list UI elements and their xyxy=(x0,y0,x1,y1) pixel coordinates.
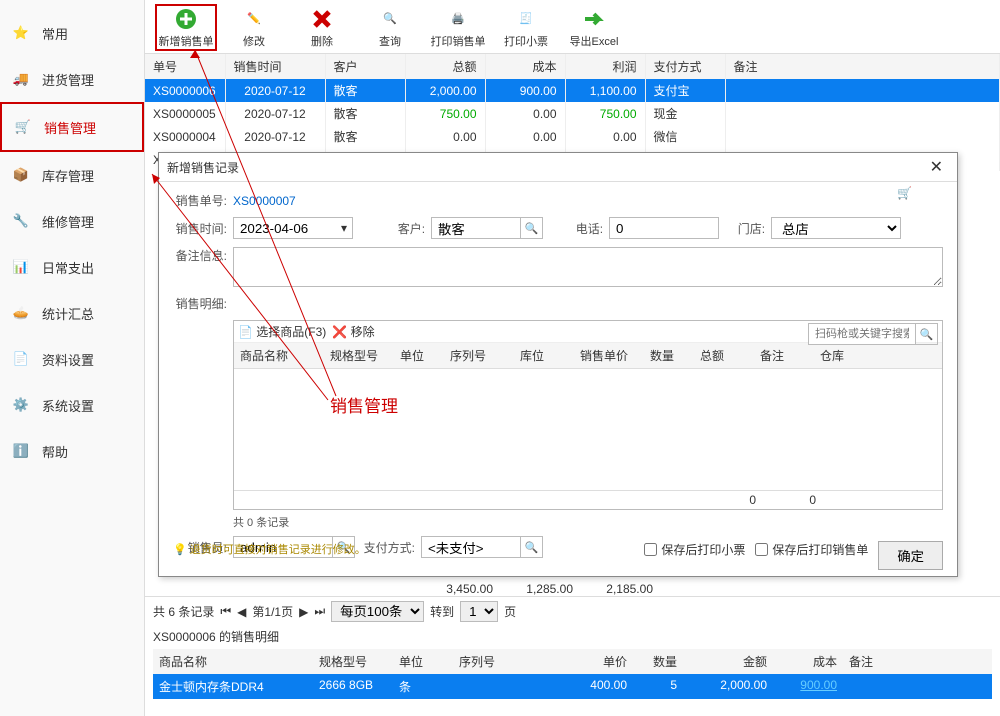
x-icon xyxy=(310,7,334,31)
close-button[interactable]: ✕ xyxy=(924,157,949,177)
tip-text: 💡 退货时可直接对销售记录进行修改。 xyxy=(173,544,366,556)
toolbar: 新增销售单 ✏️修改 删除 🔍查询 🖨️打印销售单 🧾打印小票 导出Excel xyxy=(145,0,1000,54)
toolbar-search-button[interactable]: 🔍查询 xyxy=(359,4,421,51)
customer-search-icon[interactable]: 🔍 xyxy=(521,217,543,239)
sidebar-item-stats[interactable]: 🥧统计汇总 xyxy=(0,290,144,336)
chart-icon: 📊 xyxy=(10,256,32,278)
sidebar-item-common[interactable]: ⭐常用 xyxy=(0,10,144,56)
table-header: 单号销售时间客户总额成本利润支付方式备注 xyxy=(145,54,1000,79)
toolbar-print-order-button[interactable]: 🖨️打印销售单 xyxy=(427,4,489,51)
detail-title: XS0000006 的销售明细 xyxy=(153,628,992,645)
pie-icon: 🥧 xyxy=(10,302,32,324)
remove-product-button[interactable]: ❌ 移除 xyxy=(332,323,374,340)
toolbar-export-button[interactable]: 导出Excel xyxy=(563,4,625,51)
print-order-checkbox[interactable] xyxy=(755,543,768,556)
dialog-titlebar: 新增销售记录 ✕ xyxy=(159,153,957,182)
detail-row[interactable]: 金士顿内存条DDR42666 8GB条400.0052,000.00900.00 xyxy=(153,674,992,699)
select-product-button[interactable]: 📄 选择商品(F3) xyxy=(238,323,326,340)
toolbar-edit-button[interactable]: ✏️修改 xyxy=(223,4,285,51)
sidebar-item-sys[interactable]: ⚙️系统设置 xyxy=(0,382,144,428)
dialog-title: 新增销售记录 xyxy=(167,159,239,176)
table-row[interactable]: XS00000052020-07-12散客750.000.00750.00现金 xyxy=(145,102,1000,125)
info-icon: ℹ️ xyxy=(10,440,32,462)
detail-grid: 📄 选择商品(F3) ❌ 移除 🔍 商品名称规格型号单位序列号库位销售单价数量总… xyxy=(233,320,943,510)
table-row[interactable]: XS00000042020-07-12散客0.000.000.00微信 xyxy=(145,125,1000,148)
shop-select[interactable]: 总店 xyxy=(771,217,901,239)
pager-next-button[interactable]: ▶ xyxy=(299,605,308,619)
toolbar-new-button[interactable]: 新增销售单 xyxy=(155,4,217,51)
star-icon: ⭐ xyxy=(10,22,32,44)
pager-first-button[interactable]: ⏮ xyxy=(220,604,231,619)
col-cost: 1,285.00 xyxy=(493,582,573,596)
sidebar: ⭐常用 🚚进货管理 🛒销售管理 📦库存管理 🔧维修管理 📊日常支出 🥧统计汇总 … xyxy=(0,0,145,716)
arrow-right-icon xyxy=(582,7,606,31)
cart-illustration-icon: 🛒 xyxy=(897,186,947,226)
printer-icon: 🖨️ xyxy=(446,7,470,31)
table-row[interactable]: XS00000062020-07-12散客2,000.00900.001,100… xyxy=(145,79,1000,102)
sale-date-input[interactable] xyxy=(233,217,353,239)
toolbar-delete-button[interactable]: 删除 xyxy=(291,4,353,51)
sidebar-item-data[interactable]: 📄资料设置 xyxy=(0,336,144,382)
sum-total: 0 xyxy=(756,493,816,507)
scan-search-input[interactable] xyxy=(808,323,916,345)
cart-icon: 🛒 xyxy=(12,116,34,138)
phone-input[interactable] xyxy=(609,217,719,239)
sum-qty: 0 xyxy=(696,493,756,507)
detail-header: 商品名称规格型号单位序列号单价数量金额成本备注 xyxy=(153,649,992,674)
sidebar-item-sales[interactable]: 🛒销售管理 xyxy=(0,102,144,152)
page-size-select[interactable]: 每页100条 xyxy=(331,601,424,622)
page-goto-select[interactable]: 1 xyxy=(460,601,498,622)
pencil-icon: ✏️ xyxy=(242,7,266,31)
search-icon: 🔍 xyxy=(378,7,402,31)
toolbar-print-receipt-button[interactable]: 🧾打印小票 xyxy=(495,4,557,51)
truck-icon: 🚚 xyxy=(10,68,32,90)
sidebar-item-stock[interactable]: 📦库存管理 xyxy=(0,152,144,198)
gear-icon: ⚙️ xyxy=(10,394,32,416)
print-receipt-checkbox[interactable] xyxy=(644,543,657,556)
ok-button[interactable]: 确定 xyxy=(878,541,943,570)
doc-icon: 📄 xyxy=(10,348,32,370)
pager-last-button[interactable]: ⏭ xyxy=(314,604,325,619)
sidebar-item-repair[interactable]: 🔧维修管理 xyxy=(0,198,144,244)
pager-prev-button[interactable]: ◀ xyxy=(237,605,246,619)
customer-input[interactable] xyxy=(431,217,521,239)
col-total: 3,450.00 xyxy=(413,582,493,596)
note-input[interactable] xyxy=(233,247,943,287)
detail-header-row: 商品名称规格型号单位序列号库位销售单价数量总额备注仓库 xyxy=(234,343,942,369)
scan-search-icon[interactable]: 🔍 xyxy=(916,323,938,345)
receipt-icon: 🧾 xyxy=(514,7,538,31)
sidebar-item-expense[interactable]: 📊日常支出 xyxy=(0,244,144,290)
sidebar-item-help[interactable]: ℹ️帮助 xyxy=(0,428,144,474)
plus-icon xyxy=(174,7,198,31)
col-profit: 2,185.00 xyxy=(573,582,653,596)
wrench-icon: 🔧 xyxy=(10,210,32,232)
calendar-icon[interactable]: ▾ xyxy=(341,221,347,235)
sidebar-item-purchase[interactable]: 🚚进货管理 xyxy=(0,56,144,102)
box-icon: 📦 xyxy=(10,164,32,186)
pager: 共 6 条记录 ⏮◀ 第1/1页 ▶⏭ 每页100条 转到 1 页 xyxy=(145,596,1000,626)
order-number: XS0000007 xyxy=(233,194,296,208)
new-sale-dialog: 新增销售记录 ✕ 🛒 销售单号: XS0000007 销售时间: ▾ 客户: 🔍… xyxy=(158,152,958,577)
record-count: 共 0 条记录 xyxy=(233,514,943,530)
